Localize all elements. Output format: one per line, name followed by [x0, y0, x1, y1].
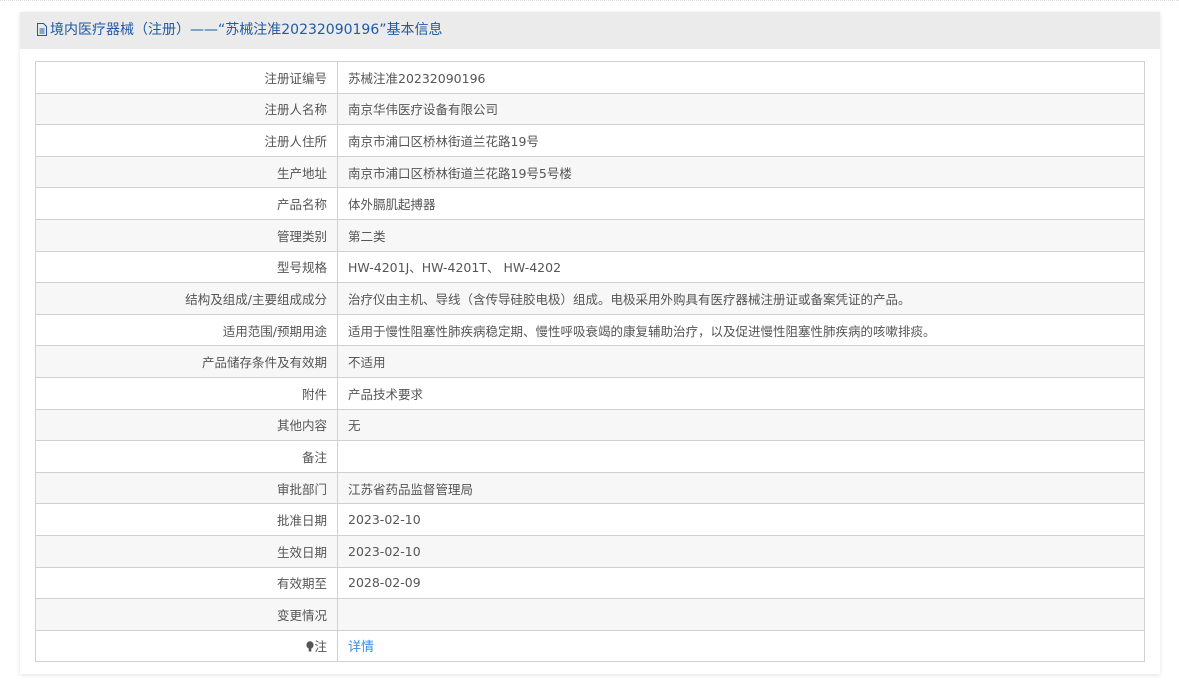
row-value: 第二类 [337, 218, 1145, 252]
table-row-note: 注 详情 [35, 629, 1145, 663]
row-label: 适用范围/预期用途 [35, 313, 338, 347]
row-label: 产品储存条件及有效期 [35, 345, 338, 378]
table-row: 变更情况 [35, 598, 1145, 631]
row-label: 变更情况 [35, 598, 338, 631]
row-value: 苏械注准20232090196 [337, 61, 1145, 94]
table-row: 产品储存条件及有效期 不适用 [35, 345, 1145, 378]
row-label: 生效日期 [35, 534, 338, 568]
row-label: 批准日期 [35, 503, 338, 536]
row-label: 产品名称 [35, 187, 338, 220]
row-label: 生产地址 [35, 155, 338, 189]
row-label: 其他内容 [35, 408, 338, 442]
row-label: 结构及组成/主要组成成分 [35, 282, 338, 315]
row-label: 管理类别 [35, 218, 338, 252]
table-row: 生效日期 2023-02-10 [35, 534, 1145, 568]
top-divider [0, 0, 1179, 1]
row-label: 注册人名称 [35, 92, 338, 126]
row-label: 有效期至 [35, 566, 338, 600]
table-row: 备注 [35, 440, 1145, 473]
table-row: 注册人名称 南京华伟医疗设备有限公司 [35, 92, 1145, 126]
table-row: 适用范围/预期用途 适用于慢性阻塞性肺疾病稳定期、慢性呼吸衰竭的康复辅助治疗，以及… [35, 313, 1145, 347]
table-row: 有效期至 2028-02-09 [35, 566, 1145, 600]
row-value: 2028-02-09 [337, 566, 1145, 600]
row-value: 体外膈肌起搏器 [337, 187, 1145, 220]
table-row: 其他内容无 [35, 408, 1145, 442]
table-row: 批准日期 2023-02-10 [35, 503, 1145, 536]
info-panel: 境内医疗器械（注册）——“苏械注准20232090196”基本信息 注册证编号苏… [20, 12, 1160, 674]
row-label: 注册证编号 [35, 61, 338, 94]
table-row: 生产地址 南京市浦口区桥林街道兰花路19号5号楼 [35, 155, 1145, 189]
table-row: 审批部门 江苏省药品监督管理局 [35, 471, 1145, 505]
note-label: 注 [314, 639, 327, 655]
row-value: 治疗仪由主机、导线（含传导硅胶电极）组成。电极采用外购具有医疗器械注册证或备案凭… [337, 282, 1145, 315]
table-row: 附件 产品技术要求 [35, 376, 1145, 410]
row-value: HW-4201J、HW-4201T、 HW-4202 [337, 250, 1145, 284]
table-row: 注册证编号 苏械注准20232090196 [35, 61, 1145, 94]
row-value: 适用于慢性阻塞性肺疾病稳定期、慢性呼吸衰竭的康复辅助治疗，以及促进慢性阻塞性肺疾… [337, 313, 1145, 347]
table-row: 型号规格 HW-4201J、HW-4201T、 HW-4202 [35, 250, 1145, 284]
row-value: 无 [337, 408, 1145, 442]
panel-header: 境内医疗器械（注册）——“苏械注准20232090196”基本信息 [20, 12, 1160, 49]
row-label: 型号规格 [35, 250, 338, 284]
row-label: 审批部门 [35, 471, 338, 505]
panel-title: 境内医疗器械（注册）——“苏械注准20232090196”基本信息 [50, 22, 443, 38]
row-value [337, 598, 1145, 631]
row-value: 产品技术要求 [337, 376, 1145, 410]
row-value [337, 440, 1145, 473]
info-table: 注册证编号 苏械注准20232090196 注册人名称 南京华伟医疗设备有限公司 注册人… [35, 61, 1145, 663]
row-value: 2023-02-10 [337, 503, 1145, 536]
table-row: 结构及组成/主要组成成分 治疗仪由主机、导线（含传导硅胶电极）组成。电极采用外购具… [35, 282, 1145, 315]
document-icon [37, 23, 47, 36]
row-label: 附件 [35, 376, 338, 410]
row-value: 不适用 [337, 345, 1145, 378]
row-label: 注册人住所 [35, 124, 338, 157]
row-value: 南京市浦口区桥林街道兰花路19号5号楼 [337, 155, 1145, 189]
table-row: 管理类别 第二类 [35, 218, 1145, 252]
row-value: 南京市浦口区桥林街道兰花路19号 [337, 124, 1145, 157]
row-value: 江苏省药品监督管理局 [337, 471, 1145, 505]
details-link[interactable]: 详情 [348, 640, 374, 655]
row-label: 备注 [35, 440, 338, 473]
table-row: 注册人住所 南京市浦口区桥林街道兰花路19号 [35, 124, 1145, 157]
row-value: 南京华伟医疗设备有限公司 [337, 92, 1145, 126]
row-value: 2023-02-10 [337, 534, 1145, 568]
table-row: 产品名称 体外膈肌起搏器 [35, 187, 1145, 220]
